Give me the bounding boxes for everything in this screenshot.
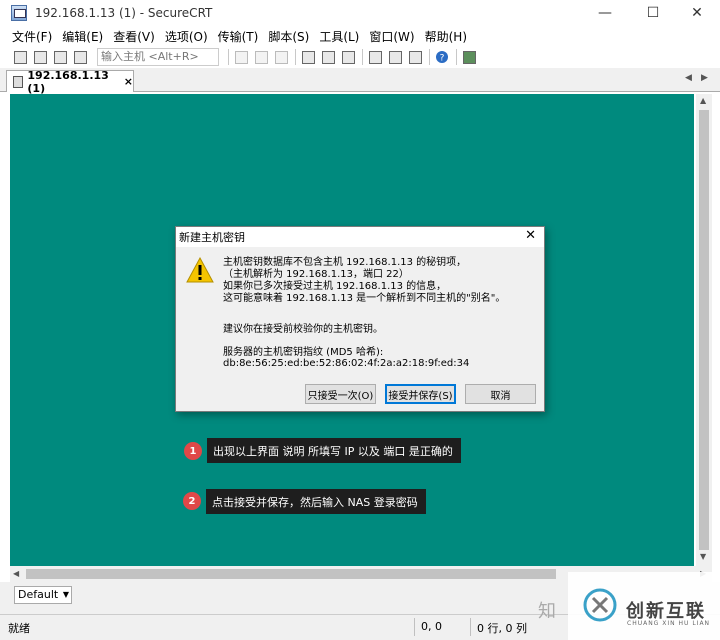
connect-host-input[interactable]: 输入主机 <Alt+R>	[97, 48, 219, 66]
dialog-message-line: 如果你已多次接受过主机 192.168.1.13 的信息，	[223, 281, 447, 292]
menu-file[interactable]: 文件(F)	[12, 28, 52, 45]
securecrt-app-icon[interactable]	[11, 5, 27, 21]
dialog-message-line: 主机密钥数据库不包含主机 192.168.1.13 的秘钥项，	[223, 257, 467, 268]
menu-window[interactable]: 窗口(W)	[369, 28, 414, 45]
toolbar-separator	[429, 49, 430, 65]
scrollbar-thumb[interactable]	[26, 569, 556, 579]
screen-icon[interactable]	[460, 48, 478, 66]
dialog-message-line: （主机解析为 192.168.1.13，端口 22）	[223, 269, 409, 280]
disconnect-icon[interactable]	[71, 48, 89, 66]
toolbar-separator	[456, 49, 457, 65]
session-tab-label: 192.168.1.13 (1)	[27, 68, 109, 95]
find-icon[interactable]	[272, 48, 290, 66]
close-window-button[interactable]: ✕	[674, 0, 720, 26]
quick-connect-icon[interactable]	[31, 48, 49, 66]
tab-scroll-left-icon[interactable]: ◀	[685, 73, 692, 83]
toolbar-separator	[362, 49, 363, 65]
vertical-scrollbar[interactable]: ▲ ▼	[696, 94, 712, 566]
annotation-note: 出现以上界面 说明 所填写 IP 以及 端口 是正确的	[207, 438, 461, 463]
connect-in-tab-icon[interactable]	[51, 48, 69, 66]
key-icon[interactable]	[406, 48, 424, 66]
menu-options[interactable]: 选项(O)	[165, 28, 208, 45]
maximize-button[interactable]: ☐	[630, 0, 676, 26]
close-icon: ✕	[691, 5, 703, 21]
scroll-down-icon[interactable]: ▼	[700, 552, 706, 561]
session-tab-bar: 192.168.1.13 (1) × ◀ ▶	[0, 68, 720, 95]
print-setup-icon[interactable]	[319, 48, 337, 66]
menu-transfer[interactable]: 传输(T)	[218, 28, 259, 45]
status-separator	[470, 618, 471, 636]
menu-script[interactable]: 脚本(S)	[268, 28, 309, 45]
settings-tools-icon[interactable]	[386, 48, 404, 66]
log-icon[interactable]	[339, 48, 357, 66]
status-ready: 就绪	[8, 622, 30, 635]
dialog-message-line: 这可能意味着 192.168.1.13 是一个解析到不同主机的"别名"。	[223, 293, 506, 304]
annotation-badge: 1	[184, 442, 202, 460]
status-separator	[414, 618, 415, 636]
svg-text:?: ?	[440, 54, 445, 64]
minimize-button[interactable]: —	[582, 0, 628, 26]
tab-scroll-right-icon[interactable]: ▶	[701, 73, 708, 83]
annotation-badge: 2	[183, 492, 201, 510]
rows-cols: 0 行, 0 列	[477, 622, 527, 635]
scroll-up-icon[interactable]: ▲	[700, 96, 706, 105]
toolbar: 输入主机 <Alt+R> ?	[0, 46, 720, 68]
fingerprint-value: db:8e:56:25:ed:be:52:86:02:4f:2a:a2:18:9…	[223, 358, 470, 369]
chevron-down-icon: ▼	[62, 590, 69, 599]
accept-once-button[interactable]: 只接受一次(O)	[305, 384, 376, 404]
dialog-advice: 建议你在接受前校验你的主机密钥。	[223, 324, 383, 335]
dialog-close-icon[interactable]: ✕	[525, 228, 536, 243]
scroll-left-icon[interactable]: ◀	[13, 569, 19, 578]
scrollbar-thumb[interactable]	[699, 110, 709, 550]
window-titlebar: 192.168.1.13 (1) - SecureCRT — ☐ ✕	[0, 0, 720, 26]
watermark-zhihu: 知	[538, 601, 556, 622]
terminal-icon	[13, 75, 24, 88]
window-title: 192.168.1.13 (1) - SecureCRT	[35, 6, 213, 20]
print-icon[interactable]	[299, 48, 317, 66]
dialog-title: 新建主机密钥	[179, 231, 245, 244]
toolbar-separator	[228, 49, 229, 65]
help-icon[interactable]: ?	[433, 48, 451, 66]
sftp-icon[interactable]	[366, 48, 384, 66]
copy-icon[interactable]	[232, 48, 250, 66]
cancel-button[interactable]: 取消	[465, 384, 536, 404]
menu-view[interactable]: 查看(V)	[113, 28, 155, 45]
session-tab[interactable]: 192.168.1.13 (1) ×	[6, 68, 134, 95]
session-select[interactable]: Default ▼	[14, 586, 72, 604]
minimize-icon: —	[598, 5, 612, 21]
brand-logo-icon	[583, 588, 617, 622]
accept-and-save-button[interactable]: 接受并保存(S)	[385, 384, 456, 404]
dialog-titlebar: 新建主机密钥 ✕	[176, 227, 544, 247]
tab-close-icon[interactable]: ×	[124, 75, 133, 88]
maximize-icon: ☐	[646, 5, 660, 21]
menu-tools[interactable]: 工具(L)	[319, 28, 359, 45]
paste-icon[interactable]	[252, 48, 270, 66]
cursor-position: 0, 0	[421, 620, 442, 633]
session-select-value: Default	[18, 588, 59, 601]
menu-bar: 文件(F) 编辑(E) 查看(V) 选项(O) 传输(T) 脚本(S) 工具(L…	[0, 26, 720, 46]
watermark-subtitle: CHUANG XIN HU LIAN	[627, 620, 711, 627]
new-host-key-dialog: 新建主机密钥 ✕ 主机密钥数据库不包含主机 192.168.1.13 的秘钥项，…	[175, 226, 545, 412]
warning-icon	[186, 257, 214, 283]
menu-edit[interactable]: 编辑(E)	[62, 28, 103, 45]
toolbar-separator	[295, 49, 296, 65]
connect-icon[interactable]	[11, 48, 29, 66]
menu-help[interactable]: 帮助(H)	[425, 28, 467, 45]
annotation-note: 点击接受并保存，然后输入 NAS 登录密码	[206, 489, 426, 514]
